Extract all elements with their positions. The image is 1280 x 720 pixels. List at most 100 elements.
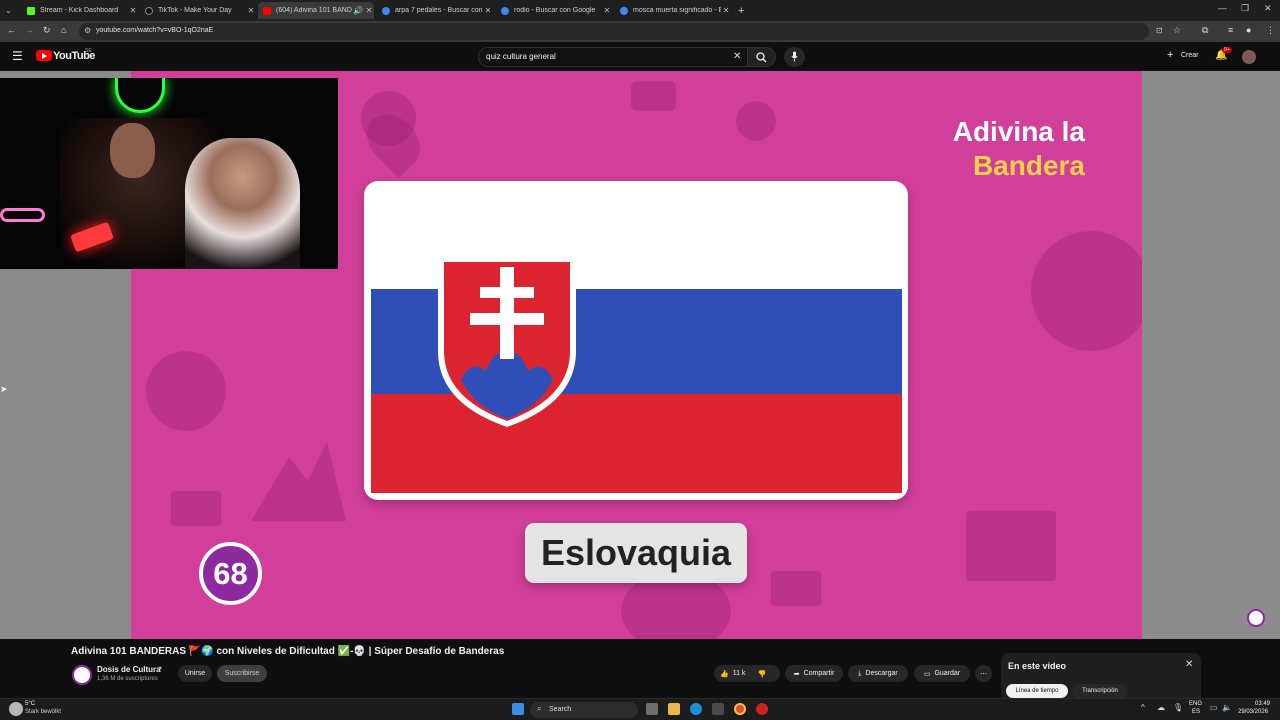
language-indicator-sub[interactable]: ES — [1192, 709, 1200, 715]
channel-watermark-icon[interactable] — [1247, 609, 1265, 627]
country-code: SE — [85, 48, 92, 54]
voice-search-button[interactable] — [784, 47, 805, 67]
media-icon[interactable]: ≡ — [1228, 25, 1233, 35]
youtube-logo-icon[interactable] — [36, 50, 52, 61]
clock-time[interactable]: 03:49 — [1255, 701, 1270, 707]
tab-kick-dashboard[interactable]: Stream - Kick Dashboard ✕ — [22, 2, 138, 19]
tab-arpa[interactable]: arpa 7 pedales - Buscar con G ✕ — [377, 2, 493, 19]
tab-tiktok[interactable]: TikTok - Make Your Day ✕ — [140, 2, 256, 19]
chrome-icon[interactable] — [734, 703, 746, 715]
close-tab-icon[interactable]: ✕ — [721, 6, 731, 15]
subscribe-button[interactable]: Suscribirse — [217, 665, 267, 682]
download-button[interactable]: ⤓ Descargar — [848, 665, 908, 682]
restore-icon[interactable]: ❐ — [1241, 3, 1249, 14]
url-box[interactable]: ⚙ youtube.com/watch?v=vBO-1qO2naE ⊡ ☆ — [79, 23, 1181, 40]
mouse-cursor-icon: ➤ — [0, 384, 8, 394]
extensions-icon[interactable]: ⧉ — [1202, 25, 1208, 36]
profile-icon[interactable]: ● — [1246, 25, 1251, 35]
store-icon[interactable] — [712, 703, 724, 715]
tab-label: mosca muerta significado - Bus — [633, 7, 721, 14]
taskbar-search-box[interactable]: ⌕ Search — [530, 702, 638, 718]
like-count[interactable]: 11 k — [733, 670, 746, 677]
quiz-title-line1: Adivina la — [952, 116, 1085, 147]
site-info-icon[interactable]: ⚙ — [84, 26, 91, 35]
weather-icon[interactable] — [9, 702, 23, 716]
clock-date[interactable]: 29/03/2026 — [1238, 709, 1268, 715]
video-title: Adivina 101 BANDERAS 🚩🌍 con Niveles de D… — [71, 646, 505, 657]
join-button[interactable]: Unirse — [178, 665, 212, 682]
minimize-icon[interactable]: — — [1218, 3, 1227, 13]
slovakia-flag — [371, 188, 902, 493]
panel-title: En este video — [1008, 661, 1067, 671]
tab-rodio[interactable]: rodio - Buscar con Google ✕ — [496, 2, 612, 19]
create-plus-icon[interactable]: + — [1167, 49, 1173, 61]
video-player-pad — [1142, 71, 1280, 639]
subscriber-count: 1,36 M de suscriptores — [97, 676, 158, 682]
close-window-icon[interactable]: ✕ — [1264, 3, 1272, 14]
streamer-right — [185, 138, 300, 269]
close-tab-icon[interactable]: ✕ — [128, 6, 138, 15]
search-input[interactable]: quiz cultura general ✕ — [478, 47, 748, 67]
search-icon — [756, 52, 767, 63]
tab-transcript-label: Transcripción — [1082, 688, 1118, 694]
suitcase-deco-icon — [631, 81, 676, 111]
task-view-icon[interactable] — [646, 703, 658, 715]
dislike-icon[interactable]: 👎 — [757, 670, 766, 678]
share-label: Compartir — [803, 670, 835, 677]
tab-transcript[interactable]: Transcripción — [1072, 684, 1128, 698]
home-icon[interactable]: ⌂ — [61, 25, 66, 35]
windows-taskbar: 5°C Stark bewölkt ⌕ Search ^ ☁ 🎙 ENG ES … — [0, 698, 1280, 720]
globe-deco-icon — [146, 351, 226, 431]
avatar[interactable] — [1242, 50, 1256, 64]
mountain-deco-icon — [251, 441, 346, 521]
audio-playing-icon[interactable]: 🔊 — [352, 6, 364, 15]
close-tab-icon[interactable]: ✕ — [483, 6, 493, 15]
close-tab-icon[interactable]: ✕ — [364, 6, 374, 15]
install-app-icon[interactable]: ⊡ — [1156, 26, 1163, 35]
notification-badge: 9+ — [1222, 47, 1232, 53]
tiktok-icon — [145, 6, 153, 15]
search-button[interactable] — [748, 47, 776, 67]
new-tab-button[interactable]: + — [733, 2, 747, 19]
tab-timeline[interactable]: Línea de tiempo — [1006, 684, 1068, 698]
close-tab-icon[interactable]: ✕ — [246, 6, 256, 15]
weather-temp[interactable]: 5°C — [25, 701, 35, 707]
tab-search-icon[interactable]: ⌄ — [0, 2, 22, 19]
create-button[interactable]: Crear — [1181, 52, 1199, 59]
app-icon[interactable] — [756, 703, 768, 715]
tab-youtube-active[interactable]: (604) Adivina 101 BANDERAS 🔊 ✕ — [258, 2, 374, 19]
clear-search-icon[interactable]: ✕ — [733, 51, 741, 62]
search-icon: ⌕ — [537, 704, 542, 713]
hamburger-menu-icon[interactable]: ☰ — [12, 49, 23, 63]
channel-avatar[interactable] — [72, 665, 92, 685]
tray-mic-icon[interactable]: 🎙 — [1173, 703, 1183, 712]
like-icon[interactable]: 👍 — [720, 670, 729, 678]
youtube-icon — [263, 6, 271, 15]
more-actions-button[interactable]: ⋯ — [975, 665, 992, 682]
close-tab-icon[interactable]: ✕ — [602, 6, 612, 15]
camera-deco-icon — [771, 571, 821, 606]
weather-desc[interactable]: Stark bewölkt — [25, 709, 61, 715]
menu-dots-icon[interactable]: ⋮ — [1266, 25, 1275, 36]
forward-icon[interactable]: → — [25, 25, 34, 35]
volume-icon[interactable]: 🔈 — [1222, 703, 1232, 712]
display-icon[interactable]: ▭ — [1210, 703, 1218, 712]
save-button[interactable]: ▭ Guardar — [914, 665, 970, 682]
start-windows-icon[interactable] — [512, 703, 524, 715]
tray-chevron-icon[interactable]: ^ — [1141, 703, 1145, 712]
file-explorer-icon[interactable] — [668, 703, 680, 715]
channel-name[interactable]: Dosis de Cultura — [97, 665, 161, 674]
in-this-video-panel: En este video ✕ Línea de tiempo Transcri… — [1001, 653, 1201, 698]
reload-icon[interactable]: ↻ — [43, 25, 51, 36]
close-panel-icon[interactable]: ✕ — [1185, 659, 1193, 670]
share-button[interactable]: ➦ Compartir — [785, 665, 843, 682]
url-text[interactable]: youtube.com/watch?v=vBO-1qO2naE — [96, 27, 213, 34]
bookmark-star-icon[interactable]: ☆ — [1173, 25, 1181, 36]
language-indicator[interactable]: ENG — [1189, 701, 1202, 707]
tray-app-icon[interactable]: ☁ — [1157, 703, 1165, 712]
search-value[interactable]: quiz cultura general — [486, 52, 556, 61]
tab-label: TikTok - Make Your Day — [158, 7, 232, 14]
tab-mosca[interactable]: mosca muerta significado - Bus ✕ — [615, 2, 731, 19]
back-icon[interactable]: ← — [7, 25, 16, 35]
edge-icon[interactable] — [690, 703, 702, 715]
